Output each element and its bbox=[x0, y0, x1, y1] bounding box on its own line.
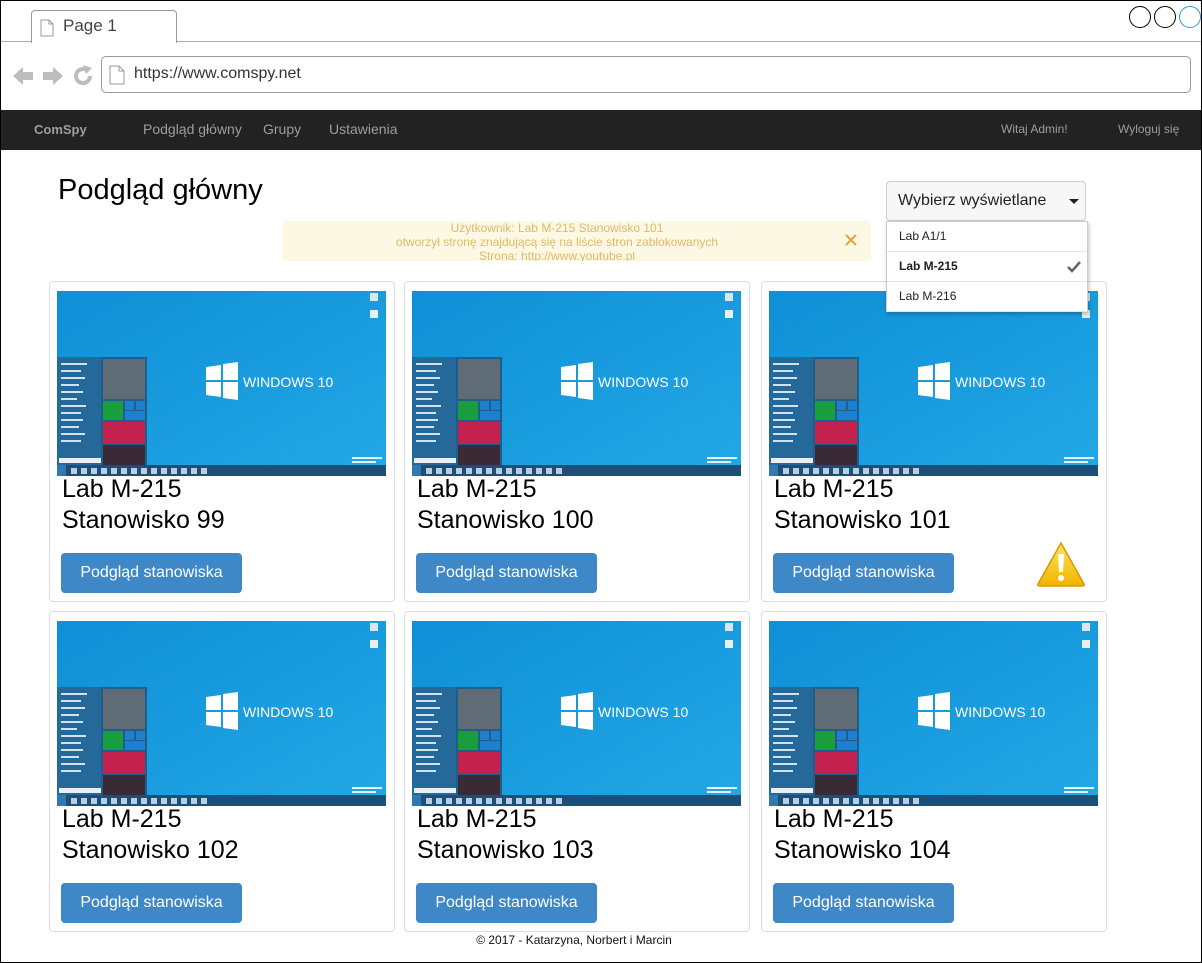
view-station-button[interactable]: Podgląd stanowiska bbox=[61, 883, 242, 923]
select-label: Wybierz wyświetlane bbox=[898, 192, 1047, 209]
dropdown-item-lab-a1-1[interactable]: Lab A1/1 bbox=[887, 222, 1087, 252]
windows-logo-text: WINDOWS 10 bbox=[243, 704, 333, 720]
desktop-screenshot: WINDOWS 10 bbox=[769, 621, 1098, 806]
blocked-site-alert: Użytkownik: Lab M-215 Stanowisko 101 otw… bbox=[282, 221, 871, 261]
warning-icon[interactable] bbox=[1036, 541, 1086, 587]
page-icon bbox=[40, 19, 54, 37]
reload-icon[interactable] bbox=[71, 64, 95, 88]
back-arrow-icon[interactable] bbox=[11, 64, 35, 88]
dropdown-item-label: Lab M-216 bbox=[899, 289, 957, 303]
windows-logo-text: WINDOWS 10 bbox=[598, 704, 688, 720]
workstation-card: WINDOWS 10 Lab M-215 Stanowisko 101 Podglą… bbox=[761, 281, 1107, 602]
windows-logo-text: WINDOWS 10 bbox=[598, 374, 688, 390]
view-station-button[interactable]: Podgląd stanowiska bbox=[61, 553, 242, 593]
desktop-screenshot: WINDOWS 10 bbox=[57, 291, 386, 476]
dropdown-item-label: Lab A1/1 bbox=[899, 229, 947, 243]
tab-title: Page 1 bbox=[63, 16, 117, 35]
browser-window: Page 1 https://www.comspy.net ComSpy Pod… bbox=[0, 0, 1202, 963]
url-input[interactable]: https://www.comspy.net bbox=[101, 56, 1191, 93]
card-lab-name: Lab M-215 bbox=[774, 805, 894, 833]
dropdown-item-lab-m-215[interactable]: Lab M-215 bbox=[887, 252, 1087, 282]
close-icon[interactable] bbox=[843, 232, 859, 248]
dropdown-item-lab-m-216[interactable]: Lab M-216 bbox=[887, 282, 1087, 312]
desktop-screenshot: WINDOWS 10 bbox=[412, 291, 741, 476]
nav-link-groups[interactable]: Grupy bbox=[263, 121, 301, 137]
card-station-name: Stanowisko 100 bbox=[417, 506, 594, 534]
card-station-name: Stanowisko 101 bbox=[774, 506, 951, 534]
view-station-button[interactable]: Podgląd stanowiska bbox=[416, 883, 597, 923]
app-navbar: ComSpy Podgląd główny Grupy Ustawienia W… bbox=[1, 110, 1201, 150]
nav-link-settings[interactable]: Ustawienia bbox=[329, 121, 397, 137]
card-lab-name: Lab M-215 bbox=[62, 475, 182, 503]
workstation-screen[interactable]: WINDOWS 10 bbox=[57, 621, 386, 806]
logout-link[interactable]: Wyloguj się bbox=[1118, 122, 1179, 136]
view-station-button[interactable]: Podgląd stanowiska bbox=[773, 553, 954, 593]
workstation-screen[interactable]: WINDOWS 10 bbox=[769, 621, 1098, 806]
workstation-screen[interactable]: WINDOWS 10 bbox=[412, 291, 741, 476]
maximize-button[interactable] bbox=[1154, 6, 1176, 28]
browser-tab[interactable]: Page 1 bbox=[31, 10, 177, 43]
workstation-card: WINDOWS 10 Lab M-215 Stanowisko 104 Podglą… bbox=[761, 611, 1107, 932]
alert-site-line: Strona: http://www.youtube.pl bbox=[478, 249, 636, 261]
card-station-name: Stanowisko 99 bbox=[62, 506, 225, 534]
nav-link-main-view[interactable]: Podgląd główny bbox=[143, 121, 242, 137]
minimize-button[interactable] bbox=[1129, 6, 1151, 28]
windows-logo-text: WINDOWS 10 bbox=[955, 374, 1045, 390]
card-station-name: Stanowisko 103 bbox=[417, 836, 594, 864]
card-lab-name: Lab M-215 bbox=[417, 475, 537, 503]
url-text: https://www.comspy.net bbox=[134, 65, 301, 82]
workstation-card: WINDOWS 10 Lab M-215 Stanowisko 103 Podglą… bbox=[404, 611, 750, 932]
workstation-card: WINDOWS 10 Lab M-215 Stanowisko 100 Podglą… bbox=[404, 281, 750, 602]
card-station-name: Stanowisko 104 bbox=[774, 836, 951, 864]
workstation-card: WINDOWS 10 Lab M-215 Stanowisko 99 Podgląd… bbox=[49, 281, 395, 602]
tab-bar: Page 1 bbox=[1, 1, 1201, 43]
footer: © 2017 - Katarzyna, Norbert i Marcin bbox=[476, 933, 672, 947]
windows-logo-text: WINDOWS 10 bbox=[955, 704, 1045, 720]
alert-user-line: Użytkownik: Lab M-215 Stanowisko 101 bbox=[450, 221, 664, 235]
workstation-screen[interactable]: WINDOWS 10 bbox=[57, 291, 386, 476]
page-icon bbox=[109, 65, 125, 85]
brand-link[interactable]: ComSpy bbox=[34, 122, 87, 137]
card-lab-name: Lab M-215 bbox=[417, 805, 537, 833]
view-station-button[interactable]: Podgląd stanowiska bbox=[773, 883, 954, 923]
workstation-screen[interactable]: WINDOWS 10 bbox=[412, 621, 741, 806]
page-title: Podgląd główny bbox=[58, 174, 263, 206]
card-lab-name: Lab M-215 bbox=[62, 805, 182, 833]
window-controls bbox=[1126, 6, 1201, 28]
close-window-button[interactable] bbox=[1179, 6, 1201, 28]
desktop-screenshot: WINDOWS 10 bbox=[412, 621, 741, 806]
address-bar-row: https://www.comspy.net bbox=[1, 42, 1201, 110]
display-select[interactable]: Wybierz wyświetlane bbox=[886, 181, 1086, 221]
card-lab-name: Lab M-215 bbox=[774, 475, 894, 503]
alert-message-line: otworzył stronę znajdującą się na liście… bbox=[395, 235, 719, 249]
checkmark-icon bbox=[1067, 261, 1081, 273]
workstation-screen[interactable]: WINDOWS 10 bbox=[769, 291, 1098, 476]
forward-arrow-icon[interactable] bbox=[41, 64, 65, 88]
greeting-text[interactable]: Witaj Admin! bbox=[1001, 122, 1068, 136]
dropdown-item-label: Lab M-215 bbox=[899, 259, 958, 273]
view-station-button[interactable]: Podgląd stanowiska bbox=[416, 553, 597, 593]
caret-down-icon bbox=[1069, 199, 1079, 204]
desktop-screenshot: WINDOWS 10 bbox=[769, 291, 1098, 476]
card-station-name: Stanowisko 102 bbox=[62, 836, 239, 864]
windows-logo-text: WINDOWS 10 bbox=[243, 374, 333, 390]
desktop-screenshot: WINDOWS 10 bbox=[57, 621, 386, 806]
workstation-card: WINDOWS 10 Lab M-215 Stanowisko 102 Podglą… bbox=[49, 611, 395, 932]
display-dropdown-menu: Lab A1/1 Lab M-215 Lab M-216 bbox=[886, 221, 1088, 312]
